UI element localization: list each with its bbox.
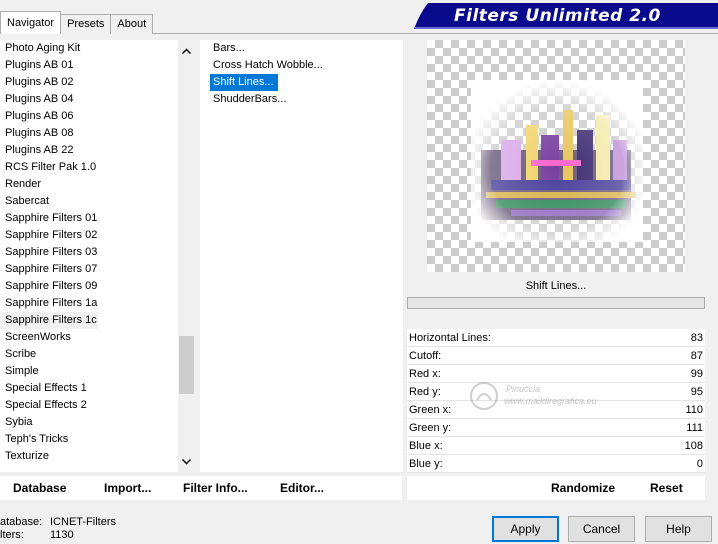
progress-bar [407, 297, 705, 309]
category-item[interactable]: Photo Aging Kit [0, 40, 195, 57]
preview-art [471, 80, 643, 242]
tab-about[interactable]: About [110, 14, 154, 34]
category-item[interactable]: Special Effects 2 [0, 397, 195, 414]
category-item[interactable]: Sybia [0, 414, 195, 431]
parameter-label: Horizontal Lines: [409, 332, 491, 344]
category-item[interactable]: Simple [0, 363, 195, 380]
category-item[interactable]: Sabercat [0, 193, 195, 210]
filter-info-button[interactable]: Filter Info... [183, 476, 248, 500]
banner-title: Filters Unlimited 2.0 [454, 6, 661, 26]
status-database-value: ICNET-Filters [50, 516, 116, 528]
category-item[interactable]: Sapphire Filters 07 [0, 261, 195, 278]
category-item[interactable]: Plugins AB 06 [0, 108, 195, 125]
help-button[interactable]: Help [645, 516, 712, 542]
category-item[interactable]: Sapphire Filters 01 [0, 210, 195, 227]
status-database-key: atabase: [0, 516, 43, 528]
filter-item[interactable]: ShudderBars... [210, 91, 290, 108]
category-scrollbar[interactable] [178, 40, 195, 472]
category-item[interactable]: Sapphire Filters 03 [0, 244, 195, 261]
watermark: Pinuccia www.maildiregrafica.eu [468, 380, 628, 420]
reset-button[interactable]: Reset [650, 476, 683, 500]
parameter-label: Red x: [409, 368, 441, 380]
chevron-down-icon[interactable] [178, 453, 195, 470]
parameter-value[interactable]: 0 [697, 455, 703, 473]
category-item[interactable]: Plugins AB 02 [0, 74, 195, 91]
category-item[interactable]: ScreenWorks [0, 329, 195, 346]
parameter-label: Blue x: [409, 440, 443, 452]
database-button[interactable]: Database [13, 476, 66, 500]
cancel-button[interactable]: Cancel [568, 516, 635, 542]
parameter-label: Cutoff: [409, 350, 442, 362]
tab-bar: Navigator Presets About [0, 11, 154, 34]
category-item[interactable]: Texturize [0, 448, 195, 465]
category-list[interactable]: Photo Aging Kit Plugins AB 01 Plugins AB 0… [0, 40, 195, 472]
watermark-logo [470, 382, 498, 410]
status-filters-value: 1130 [50, 529, 74, 541]
category-item[interactable]: Plugins AB 01 [0, 57, 195, 74]
parameter-row[interactable]: Blue x: 108 [407, 437, 705, 455]
parameter-value[interactable]: 87 [691, 347, 703, 365]
preview-filter-name: Shift Lines... [525, 280, 587, 292]
category-item[interactable]: Scribe [0, 346, 195, 363]
parameter-label: Blue y: [409, 458, 443, 470]
filter-item[interactable]: Bars... [210, 40, 249, 57]
import-button[interactable]: Import... [104, 476, 151, 500]
watermark-line-2: www.maildiregrafica.eu [504, 396, 597, 406]
scroll-thumb[interactable] [179, 336, 194, 394]
filter-list[interactable]: Bars... Cross Hatch Wobble... Shift Lines.… [200, 40, 403, 472]
parameter-label: Red y: [409, 386, 441, 398]
tab-navigator[interactable]: Navigator [0, 11, 62, 34]
parameter-label: Green x: [409, 404, 452, 416]
status-filters-key: lters: [0, 529, 24, 541]
parameter-label: Green y: [409, 422, 452, 434]
parameter-value[interactable]: 108 [685, 437, 703, 455]
watermark-line-1: Pinuccia [506, 384, 541, 394]
editor-button[interactable]: Editor... [280, 476, 324, 500]
category-item[interactable]: Sapphire Filters 1c [0, 312, 98, 329]
category-item[interactable]: Plugins AB 08 [0, 125, 195, 142]
category-item[interactable]: Teph's Tricks [0, 431, 195, 448]
parameter-row[interactable]: Green y: 111 [407, 419, 705, 437]
parameter-row[interactable]: Cutoff: 87 [407, 347, 705, 365]
category-item[interactable]: Sapphire Filters 1a [0, 295, 195, 312]
tab-presets[interactable]: Presets [60, 14, 112, 34]
filter-item[interactable]: Shift Lines... [210, 74, 278, 91]
category-item[interactable]: RCS Filter Pak 1.0 [0, 159, 195, 176]
parameter-value[interactable]: 83 [691, 329, 703, 347]
parameter-divider [407, 472, 705, 473]
app-banner: Filters Unlimited 2.0 [414, 3, 718, 29]
randomize-button[interactable]: Randomize [551, 476, 615, 500]
filter-item[interactable]: Cross Hatch Wobble... [210, 57, 327, 74]
category-item[interactable]: Sapphire Filters 09 [0, 278, 195, 295]
category-item[interactable]: Sapphire Filters 02 [0, 227, 195, 244]
category-item[interactable]: Render [0, 176, 195, 193]
category-item[interactable]: Plugins AB 22 [0, 142, 195, 159]
parameter-value[interactable]: 95 [691, 383, 703, 401]
category-item[interactable]: Plugins AB 04 [0, 91, 195, 108]
parameter-row[interactable]: Blue y: 0 [407, 455, 705, 473]
preview-image [427, 40, 685, 272]
parameter-value[interactable]: 111 [686, 419, 703, 437]
parameter-value[interactable]: 110 [685, 401, 703, 419]
chevron-up-icon[interactable] [178, 42, 195, 59]
category-item[interactable]: Special Effects 1 [0, 380, 195, 397]
parameter-value[interactable]: 99 [691, 365, 703, 383]
apply-button[interactable]: Apply [492, 516, 559, 542]
parameter-row[interactable]: Horizontal Lines: 83 [407, 329, 705, 347]
